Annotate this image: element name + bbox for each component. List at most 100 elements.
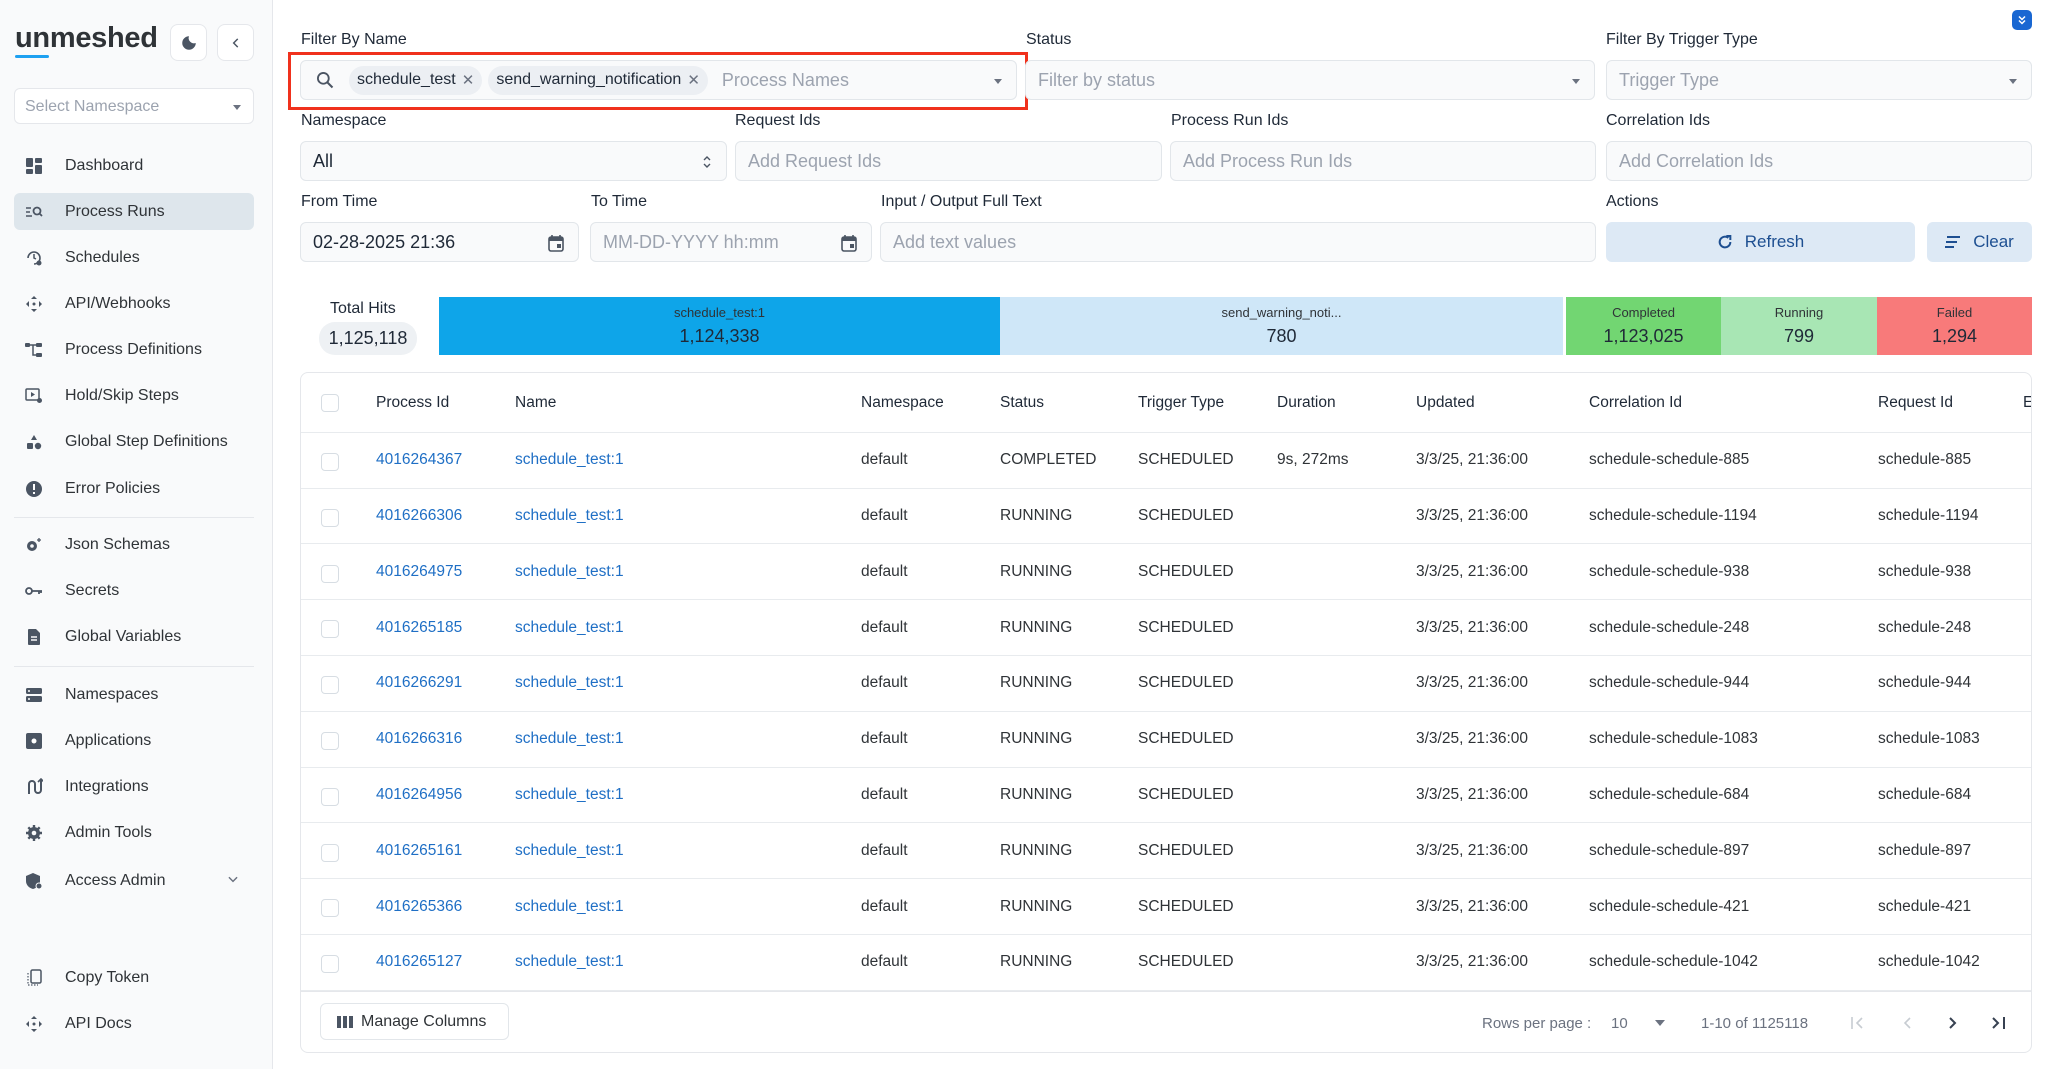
column-header-updated[interactable]: Updated <box>1416 373 1475 432</box>
process-id-link[interactable]: 4016265366 <box>376 879 462 934</box>
row-checkbox[interactable] <box>321 564 339 583</box>
status-filter[interactable]: Filter by status <box>1025 60 1595 100</box>
column-header-process-id[interactable]: Process Id <box>376 373 449 432</box>
row-checkbox[interactable] <box>321 787 339 806</box>
column-header-trigger-type[interactable]: Trigger Type <box>1138 373 1224 432</box>
correlation-ids-input[interactable]: Add Correlation Ids <box>1606 141 2032 181</box>
column-header-duration[interactable]: Duration <box>1277 373 1336 432</box>
previous-page-button[interactable] <box>1899 992 1915 1052</box>
process-run-ids-input[interactable]: Add Process Run Ids <box>1170 141 1596 181</box>
column-header-namespace[interactable]: Namespace <box>861 373 944 432</box>
row-checkbox[interactable] <box>321 732 339 750</box>
sidebar-item-copy-token[interactable]: Copy Token <box>14 959 254 996</box>
process-id-link[interactable]: 4016265161 <box>376 824 462 879</box>
sidebar-item-json-schemas[interactable]: Json Schemas <box>14 526 254 563</box>
table-row[interactable]: 4016265127 schedule_test:1 default RUNNING S… <box>301 935 2031 991</box>
name-breakdown-segment[interactable]: send_warning_noti... 780 <box>1000 297 1563 355</box>
name-breakdown-segment[interactable]: schedule_test:1 1,124,338 <box>439 297 1000 355</box>
row-checkbox[interactable] <box>321 453 339 471</box>
fulltext-input[interactable]: Add text values <box>880 222 1596 262</box>
column-header-truncated[interactable]: E <box>2023 373 2031 432</box>
collapse-sidebar-button[interactable] <box>217 24 254 61</box>
process-name-link[interactable]: schedule_test:1 <box>515 824 624 879</box>
table-row[interactable]: 4016265185 schedule_test:1 default RUNNING S… <box>301 600 2031 656</box>
status-breakdown-completed[interactable]: Completed 1,123,025 <box>1566 297 1721 355</box>
from-time-input[interactable]: 02-28-2025 21:36 <box>300 222 579 262</box>
sidebar-item-applications[interactable]: Applications <box>14 722 254 759</box>
process-id-link[interactable]: 4016266316 <box>376 712 462 767</box>
next-page-button[interactable] <box>1945 992 1961 1052</box>
table-row[interactable]: 4016265366 schedule_test:1 default RUNNING S… <box>301 879 2031 935</box>
sidebar-item-error-policies[interactable]: Error Policies <box>14 470 254 507</box>
manage-columns-button[interactable]: Manage Columns <box>320 1003 509 1040</box>
row-checkbox[interactable] <box>321 620 339 639</box>
process-id-link[interactable]: 4016264975 <box>376 545 462 600</box>
process-id-link[interactable]: 4016265185 <box>376 600 462 655</box>
status-breakdown-failed[interactable]: Failed 1,294 <box>1877 297 2032 355</box>
sidebar-item-api-docs[interactable]: API Docs <box>14 1005 254 1042</box>
table-row[interactable]: 4016264956 schedule_test:1 default RUNNING S… <box>301 768 2031 824</box>
row-checkbox[interactable] <box>321 508 339 527</box>
sidebar-item-global-variables[interactable]: Global Variables <box>14 618 254 655</box>
sidebar-item-dashboard[interactable]: Dashboard <box>14 147 254 184</box>
process-id-link[interactable]: 4016266291 <box>376 656 462 711</box>
sidebar-item-hold-skip-steps[interactable]: Hold/Skip Steps <box>14 377 254 414</box>
table-row[interactable]: 4016264975 schedule_test:1 default RUNNING S… <box>301 545 2031 601</box>
process-id-link[interactable]: 4016264956 <box>376 768 462 823</box>
trigger-type-filter[interactable]: Trigger Type <box>1606 60 2032 100</box>
clear-button[interactable]: Clear <box>1927 222 2032 262</box>
row-checkbox[interactable] <box>321 899 339 918</box>
namespace-filter[interactable]: All <box>300 141 727 181</box>
process-name-link[interactable]: schedule_test:1 <box>515 768 624 823</box>
refresh-button[interactable]: Refresh <box>1606 222 1915 262</box>
process-name-link[interactable]: schedule_test:1 <box>515 656 624 711</box>
namespace-select[interactable]: Select Namespace <box>14 88 254 124</box>
calendar-icon[interactable] <box>548 234 564 252</box>
sidebar-item-global-step-definitions[interactable]: Global Step Definitions <box>14 423 254 460</box>
table-row[interactable]: 4016266316 schedule_test:1 default RUNNING S… <box>301 712 2031 768</box>
last-page-button[interactable] <box>1991 992 2007 1052</box>
process-id-link[interactable]: 4016265127 <box>376 935 462 990</box>
process-name-link[interactable]: schedule_test:1 <box>515 433 624 488</box>
row-checkbox[interactable] <box>321 843 339 862</box>
sidebar-item-namespaces[interactable]: Namespaces <box>14 676 254 713</box>
process-id-link[interactable]: 4016266306 <box>376 489 462 544</box>
theme-toggle-button[interactable] <box>170 24 207 61</box>
sidebar-item-api-webhooks[interactable]: API/Webhooks <box>14 285 254 322</box>
process-id-link[interactable]: 4016264367 <box>376 433 462 488</box>
table-row[interactable]: 4016266306 schedule_test:1 default RUNNING S… <box>301 489 2031 545</box>
chevron-down-icon[interactable] <box>226 872 240 891</box>
process-name-link[interactable]: schedule_test:1 <box>515 712 624 767</box>
table-row[interactable]: 4016264367 schedule_test:1 default COMPLETE… <box>301 433 2031 489</box>
process-name-link[interactable]: schedule_test:1 <box>515 935 624 990</box>
process-name-link[interactable]: schedule_test:1 <box>515 600 624 655</box>
request-ids-input[interactable]: Add Request Ids <box>735 141 1162 181</box>
calendar-icon[interactable] <box>841 234 857 252</box>
row-checkbox[interactable] <box>321 676 339 695</box>
column-header-correlation-id[interactable]: Correlation Id <box>1589 373 1682 432</box>
select-all-checkbox[interactable] <box>321 394 339 412</box>
updated-cell: 3/3/25, 21:36:00 <box>1416 618 1529 636</box>
row-checkbox[interactable] <box>321 955 339 974</box>
expand-filters-button[interactable] <box>2012 10 2032 30</box>
process-name-link[interactable]: schedule_test:1 <box>515 879 624 934</box>
sidebar-item-access-admin[interactable]: Access Admin <box>14 862 254 899</box>
sidebar-item-secrets[interactable]: Secrets <box>14 572 254 609</box>
first-page-button[interactable] <box>1850 992 1866 1052</box>
process-name-link[interactable]: schedule_test:1 <box>515 545 624 600</box>
status-breakdown-running[interactable]: Running 799 <box>1721 297 1877 355</box>
column-header-request-id[interactable]: Request Id <box>1878 373 1953 432</box>
sidebar-item-process-definitions[interactable]: Process Definitions <box>14 331 254 368</box>
sidebar-item-schedules[interactable]: Schedules <box>14 239 254 276</box>
process-name-link[interactable]: schedule_test:1 <box>515 489 624 544</box>
sidebar-item-integrations[interactable]: Integrations <box>14 768 254 805</box>
column-header-name[interactable]: Name <box>515 373 556 432</box>
to-time-input[interactable]: MM-DD-YYYY hh:mm <box>590 222 872 262</box>
sidebar-item-process-runs[interactable]: Process Runs <box>14 193 254 230</box>
rows-per-page-select[interactable]: 10 <box>1611 992 1681 1052</box>
table-row[interactable]: 4016266291 schedule_test:1 default RUNNING S… <box>301 656 2031 712</box>
logo[interactable]: unmeshed <box>15 22 158 58</box>
table-row[interactable]: 4016265161 schedule_test:1 default RUNNING S… <box>301 824 2031 880</box>
sidebar-item-admin-tools[interactable]: Admin Tools <box>14 814 254 851</box>
column-header-status[interactable]: Status <box>1000 373 1044 432</box>
